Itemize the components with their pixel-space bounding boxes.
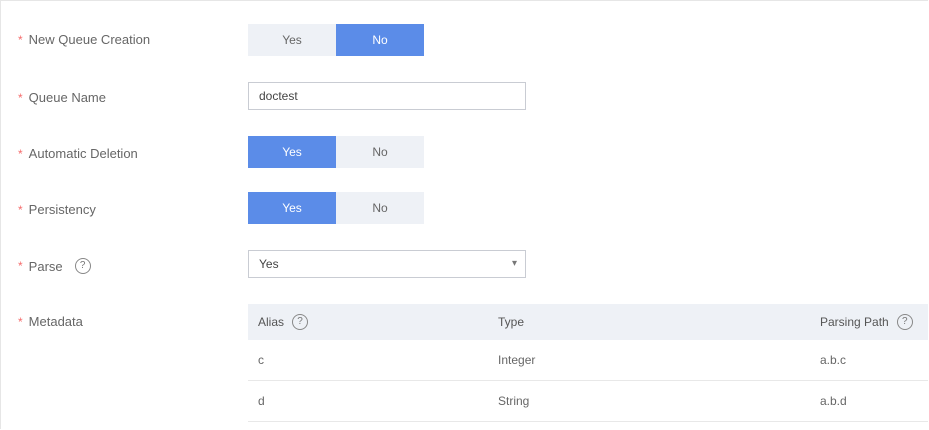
new-queue-no-option[interactable]: No (336, 24, 424, 56)
help-icon[interactable]: ? (74, 258, 91, 274)
alias-cell: d (258, 394, 265, 408)
help-icon[interactable]: ? (292, 314, 309, 330)
queue-name-input[interactable]: doctest (248, 82, 526, 110)
metadata-label: * Metadata (18, 314, 83, 329)
automatic-deletion-toggle: Yes No (248, 136, 424, 168)
persistency-yes-option[interactable]: Yes (248, 192, 336, 224)
persistency-label: * Persistency (18, 202, 96, 217)
parsing-path-cell: a.b.d (820, 394, 847, 408)
required-mark: * (18, 32, 23, 47)
table-header: Alias ? Type Parsing Path ? (248, 304, 928, 340)
required-mark: * (18, 202, 23, 217)
persistency-toggle: Yes No (248, 192, 424, 224)
table-row: d String a.b.d (248, 381, 928, 422)
table-row: c Integer a.b.c (248, 340, 928, 381)
required-mark: * (18, 90, 23, 105)
parsing-path-cell: a.b.c (820, 353, 847, 367)
parse-select[interactable]: Yes ▾ (248, 250, 526, 278)
required-mark: * (18, 314, 23, 329)
type-cell: String (498, 394, 530, 408)
new-queue-yes-option[interactable]: Yes (248, 24, 336, 56)
automatic-deletion-label: * Automatic Deletion (18, 146, 138, 161)
auto-delete-yes-option[interactable]: Yes (248, 136, 336, 168)
parsing-path-header: Parsing Path ? (820, 314, 928, 330)
new-queue-creation-label: * New Queue Creation (18, 32, 151, 47)
chevron-down-icon: ▾ (511, 258, 517, 269)
persistency-no-option[interactable]: No (336, 192, 424, 224)
required-mark: * (18, 146, 23, 161)
alias-cell: c (258, 353, 264, 367)
auto-delete-no-option[interactable]: No (336, 136, 424, 168)
type-cell: Integer (498, 353, 536, 367)
help-icon[interactable]: ? (896, 314, 913, 330)
parse-label: * Parse ? (18, 258, 91, 274)
new-queue-creation-toggle: Yes No (248, 24, 424, 56)
metadata-table: Alias ? Type Parsing Path ? c Integer a.… (248, 304, 928, 422)
required-mark: * (18, 259, 23, 273)
queue-name-label: * Queue Name (18, 90, 106, 105)
type-header: Type (498, 315, 525, 329)
alias-header: Alias ? (248, 314, 498, 330)
